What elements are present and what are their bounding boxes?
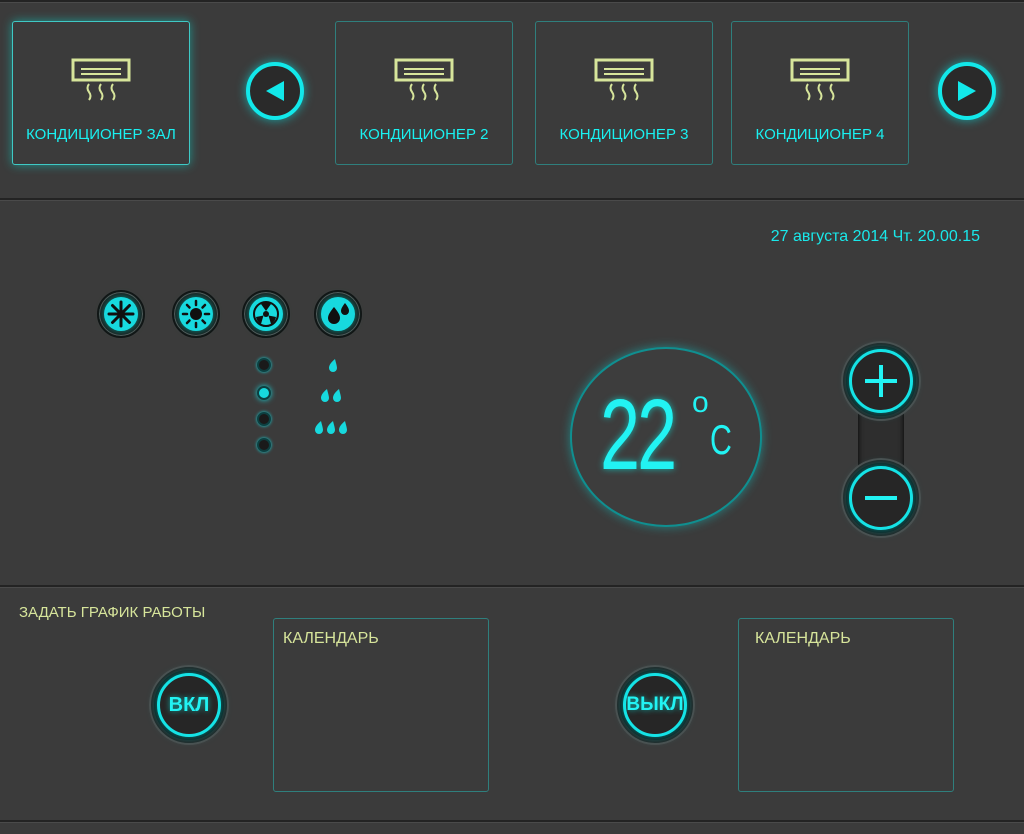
prev-unit-button[interactable]	[246, 62, 304, 120]
schedule-title: ЗАДАТЬ ГРАФИК РАБОТЫ	[19, 604, 206, 621]
off-calendar-label: КАЛЕНДАРЬ	[755, 630, 851, 647]
divider-top	[0, 198, 1024, 201]
fan-speed-level-4[interactable]	[257, 438, 271, 452]
ac-control-panel: КОНДИЦИОНЕР ЗАЛ КОНДИЦИОНЕР 2 КОНДИЦИОНЕ…	[0, 0, 1024, 834]
mode-cool-button[interactable]	[97, 290, 145, 338]
humidity-level-1[interactable]	[326, 358, 340, 372]
air-conditioner-icon	[790, 58, 850, 101]
mode-heat-button[interactable]	[172, 290, 220, 338]
mode-fan-button[interactable]	[242, 290, 290, 338]
fan-speed-level-3[interactable]	[257, 412, 271, 426]
air-conditioner-icon	[71, 58, 131, 101]
ac-unit-card-1[interactable]: КОНДИЦИОНЕР 2	[335, 21, 513, 165]
divider-footer	[0, 820, 1024, 823]
schedule-off-label: ВЫКЛ	[626, 694, 684, 715]
current-datetime: 27 августа 2014 Чт. 20.00.15	[770, 228, 980, 245]
temperature-degree: o	[692, 386, 709, 419]
ac-unit-label: КОНДИЦИОНЕР 2	[359, 126, 489, 143]
schedule-on-label: ВКЛ	[168, 693, 210, 716]
triangle-right-icon	[958, 81, 976, 101]
air-conditioner-icon	[594, 58, 654, 101]
fan-speed-level-1[interactable]	[257, 358, 271, 372]
on-calendar-label: КАЛЕНДАРЬ	[283, 630, 379, 647]
ac-unit-card-0[interactable]: КОНДИЦИОНЕР ЗАЛ	[12, 21, 190, 165]
temperature-plus-button[interactable]	[843, 343, 919, 419]
schedule-off-button[interactable]: ВЫКЛ	[617, 667, 693, 743]
ac-unit-card-3[interactable]: КОНДИЦИОНЕР 4	[731, 21, 909, 165]
minus-icon	[865, 496, 897, 500]
snowflake-icon	[107, 300, 135, 328]
off-calendar[interactable]: КАЛЕНДАРЬ	[738, 618, 954, 792]
fan-icon	[253, 301, 279, 327]
humidity-level-3[interactable]	[312, 420, 354, 434]
temperature-minus-button[interactable]	[843, 460, 919, 536]
sun-icon	[181, 299, 211, 329]
fan-speed-level-2[interactable]	[257, 386, 271, 400]
schedule-on-button[interactable]: ВКЛ	[151, 667, 227, 743]
top-border	[0, 0, 1024, 3]
ac-unit-label: КОНДИЦИОНЕР ЗАЛ	[26, 126, 176, 143]
ac-unit-label: КОНДИЦИОНЕР 3	[559, 126, 689, 143]
mode-dry-button[interactable]	[314, 290, 362, 338]
temperature-value: 22	[600, 379, 677, 491]
air-conditioner-icon	[394, 58, 454, 101]
droplets-icon	[328, 303, 349, 324]
plus-icon	[865, 365, 897, 397]
on-calendar[interactable]: КАЛЕНДАРЬ	[273, 618, 489, 792]
next-unit-button[interactable]	[938, 62, 996, 120]
ac-unit-card-2[interactable]: КОНДИЦИОНЕР 3	[535, 21, 713, 165]
temperature-unit: C	[710, 416, 732, 463]
divider-bottom	[0, 585, 1024, 588]
ac-unit-label: КОНДИЦИОНЕР 4	[755, 126, 885, 143]
humidity-level-2[interactable]	[318, 388, 346, 402]
triangle-left-icon	[266, 81, 284, 101]
